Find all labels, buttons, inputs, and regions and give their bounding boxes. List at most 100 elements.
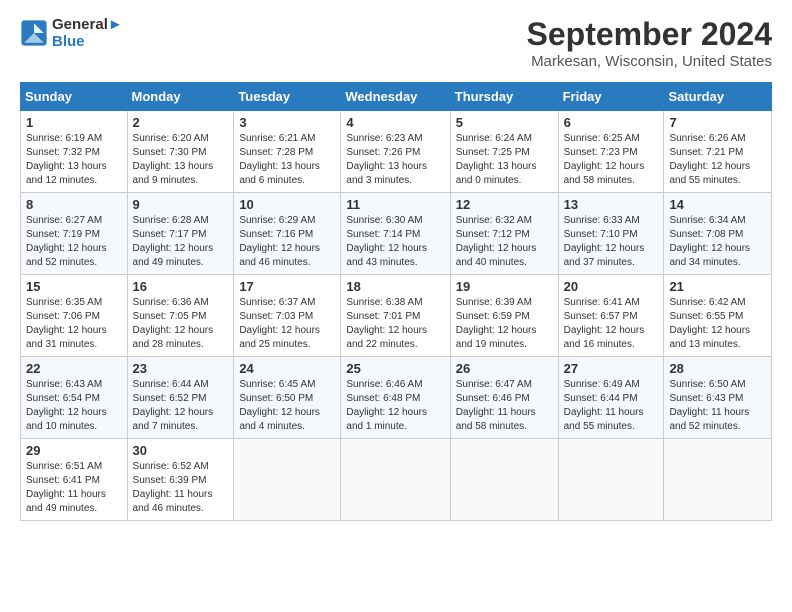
day-info: Sunrise: 6:50 AM Sunset: 6:43 PM Dayligh… (669, 378, 766, 434)
day-info: Sunrise: 6:44 AM Sunset: 6:52 PM Dayligh… (133, 378, 229, 434)
calendar-cell: 28 Sunrise: 6:50 AM Sunset: 6:43 PM Dayli… (664, 357, 772, 439)
day-number: 25 (346, 361, 444, 376)
day-info: Sunrise: 6:49 AM Sunset: 6:44 PM Dayligh… (564, 378, 659, 434)
calendar-table: SundayMondayTuesdayWednesdayThursdayFrid… (20, 82, 772, 521)
day-info: Sunrise: 6:19 AM Sunset: 7:32 PM Dayligh… (26, 132, 122, 188)
calendar-cell (664, 439, 772, 521)
calendar-week-row: 8Sunrise: 6:27 AM Sunset: 7:19 PM Daylig… (21, 193, 772, 275)
weekday-header-saturday: Saturday (664, 83, 772, 111)
title-block: September 2024 Markesan, Wisconsin, Unit… (527, 16, 772, 70)
calendar-cell: 22 Sunrise: 6:43 AM Sunset: 6:54 PM Dayli… (21, 357, 128, 439)
day-info: Sunrise: 6:24 AM Sunset: 7:25 PM Dayligh… (456, 132, 553, 188)
calendar-week-row: 15 Sunrise: 6:35 AM Sunset: 7:06 PM Dayli… (21, 275, 772, 357)
day-number: 12 (456, 197, 553, 212)
day-number: 4 (346, 115, 444, 130)
calendar-cell: 20Sunrise: 6:41 AM Sunset: 6:57 PM Dayli… (558, 275, 664, 357)
day-info: Sunrise: 6:34 AM Sunset: 7:08 PM Dayligh… (669, 214, 766, 270)
weekday-header-row: SundayMondayTuesdayWednesdayThursdayFrid… (21, 83, 772, 111)
day-number: 2 (133, 115, 229, 130)
day-info: Sunrise: 6:47 AM Sunset: 6:46 PM Dayligh… (456, 378, 553, 434)
day-number: 13 (564, 197, 659, 212)
month-title: September 2024 (527, 16, 772, 53)
calendar-cell: 15 Sunrise: 6:35 AM Sunset: 7:06 PM Dayli… (21, 275, 128, 357)
calendar-week-row: 22 Sunrise: 6:43 AM Sunset: 6:54 PM Dayli… (21, 357, 772, 439)
day-info: Sunrise: 6:21 AM Sunset: 7:28 PM Dayligh… (239, 132, 335, 188)
weekday-header-thursday: Thursday (450, 83, 558, 111)
day-number: 28 (669, 361, 766, 376)
calendar-week-row: 29Sunrise: 6:51 AM Sunset: 6:41 PM Dayli… (21, 439, 772, 521)
calendar-cell: 14 Sunrise: 6:34 AM Sunset: 7:08 PM Dayli… (664, 193, 772, 275)
weekday-header-wednesday: Wednesday (341, 83, 450, 111)
weekday-header-sunday: Sunday (21, 83, 128, 111)
calendar-cell: 19Sunrise: 6:39 AM Sunset: 6:59 PM Dayli… (450, 275, 558, 357)
calendar-cell (341, 439, 450, 521)
day-number: 1 (26, 115, 122, 130)
day-info: Sunrise: 6:30 AM Sunset: 7:14 PM Dayligh… (346, 214, 444, 270)
calendar-cell: 27 Sunrise: 6:49 AM Sunset: 6:44 PM Dayli… (558, 357, 664, 439)
calendar-cell: 12 Sunrise: 6:32 AM Sunset: 7:12 PM Dayli… (450, 193, 558, 275)
day-number: 11 (346, 197, 444, 212)
day-info: Sunrise: 6:20 AM Sunset: 7:30 PM Dayligh… (133, 132, 229, 188)
calendar-cell: 2 Sunrise: 6:20 AM Sunset: 7:30 PM Daylig… (127, 111, 234, 193)
day-info: Sunrise: 6:38 AM Sunset: 7:01 PM Dayligh… (346, 296, 444, 352)
calendar-cell: 11 Sunrise: 6:30 AM Sunset: 7:14 PM Dayli… (341, 193, 450, 275)
calendar-cell: 6 Sunrise: 6:25 AM Sunset: 7:23 PM Daylig… (558, 111, 664, 193)
calendar-cell: 25 Sunrise: 6:46 AM Sunset: 6:48 PM Dayli… (341, 357, 450, 439)
day-number: 23 (133, 361, 229, 376)
logo: General► Blue (20, 16, 123, 51)
calendar-cell: 3 Sunrise: 6:21 AM Sunset: 7:28 PM Daylig… (234, 111, 341, 193)
calendar-cell: 24Sunrise: 6:45 AM Sunset: 6:50 PM Dayli… (234, 357, 341, 439)
calendar-week-row: 1 Sunrise: 6:19 AM Sunset: 7:32 PM Daylig… (21, 111, 772, 193)
calendar-cell: 26 Sunrise: 6:47 AM Sunset: 6:46 PM Dayli… (450, 357, 558, 439)
day-number: 24 (239, 361, 335, 376)
day-info: Sunrise: 6:26 AM Sunset: 7:21 PM Dayligh… (669, 132, 766, 188)
day-number: 18 (346, 279, 444, 294)
weekday-header-monday: Monday (127, 83, 234, 111)
calendar-cell: 23 Sunrise: 6:44 AM Sunset: 6:52 PM Dayli… (127, 357, 234, 439)
day-number: 10 (239, 197, 335, 212)
day-info: Sunrise: 6:43 AM Sunset: 6:54 PM Dayligh… (26, 378, 122, 434)
day-info: Sunrise: 6:37 AM Sunset: 7:03 PM Dayligh… (239, 296, 335, 352)
day-info: Sunrise: 6:29 AM Sunset: 7:16 PM Dayligh… (239, 214, 335, 270)
calendar-cell: 29Sunrise: 6:51 AM Sunset: 6:41 PM Dayli… (21, 439, 128, 521)
day-number: 27 (564, 361, 659, 376)
day-number: 19 (456, 279, 553, 294)
day-number: 3 (239, 115, 335, 130)
calendar-cell: 21 Sunrise: 6:42 AM Sunset: 6:55 PM Dayli… (664, 275, 772, 357)
day-number: 8 (26, 197, 122, 212)
page-header: General► Blue September 2024 Markesan, W… (20, 16, 772, 70)
day-number: 14 (669, 197, 766, 212)
calendar-cell: 9 Sunrise: 6:28 AM Sunset: 7:17 PM Daylig… (127, 193, 234, 275)
location-title: Markesan, Wisconsin, United States (527, 53, 772, 70)
day-info: Sunrise: 6:23 AM Sunset: 7:26 PM Dayligh… (346, 132, 444, 188)
day-info: Sunrise: 6:25 AM Sunset: 7:23 PM Dayligh… (564, 132, 659, 188)
weekday-header-tuesday: Tuesday (234, 83, 341, 111)
calendar-cell: 8Sunrise: 6:27 AM Sunset: 7:19 PM Daylig… (21, 193, 128, 275)
day-number: 26 (456, 361, 553, 376)
calendar-cell: 10 Sunrise: 6:29 AM Sunset: 7:16 PM Dayli… (234, 193, 341, 275)
day-number: 5 (456, 115, 553, 130)
calendar-cell (450, 439, 558, 521)
calendar-cell (234, 439, 341, 521)
day-info: Sunrise: 6:42 AM Sunset: 6:55 PM Dayligh… (669, 296, 766, 352)
calendar-cell: 13 Sunrise: 6:33 AM Sunset: 7:10 PM Dayli… (558, 193, 664, 275)
day-number: 6 (564, 115, 659, 130)
day-number: 22 (26, 361, 122, 376)
calendar-cell: 7 Sunrise: 6:26 AM Sunset: 7:21 PM Daylig… (664, 111, 772, 193)
day-info: Sunrise: 6:46 AM Sunset: 6:48 PM Dayligh… (346, 378, 444, 434)
day-info: Sunrise: 6:33 AM Sunset: 7:10 PM Dayligh… (564, 214, 659, 270)
day-number: 17 (239, 279, 335, 294)
day-number: 21 (669, 279, 766, 294)
day-info: Sunrise: 6:36 AM Sunset: 7:05 PM Dayligh… (133, 296, 229, 352)
day-number: 15 (26, 279, 122, 294)
day-info: Sunrise: 6:28 AM Sunset: 7:17 PM Dayligh… (133, 214, 229, 270)
weekday-header-friday: Friday (558, 83, 664, 111)
day-info: Sunrise: 6:35 AM Sunset: 7:06 PM Dayligh… (26, 296, 122, 352)
day-number: 7 (669, 115, 766, 130)
day-number: 20 (564, 279, 659, 294)
day-info: Sunrise: 6:32 AM Sunset: 7:12 PM Dayligh… (456, 214, 553, 270)
day-number: 30 (133, 443, 229, 458)
calendar-cell: 1 Sunrise: 6:19 AM Sunset: 7:32 PM Daylig… (21, 111, 128, 193)
calendar-cell: 18 Sunrise: 6:38 AM Sunset: 7:01 PM Dayli… (341, 275, 450, 357)
day-number: 9 (133, 197, 229, 212)
